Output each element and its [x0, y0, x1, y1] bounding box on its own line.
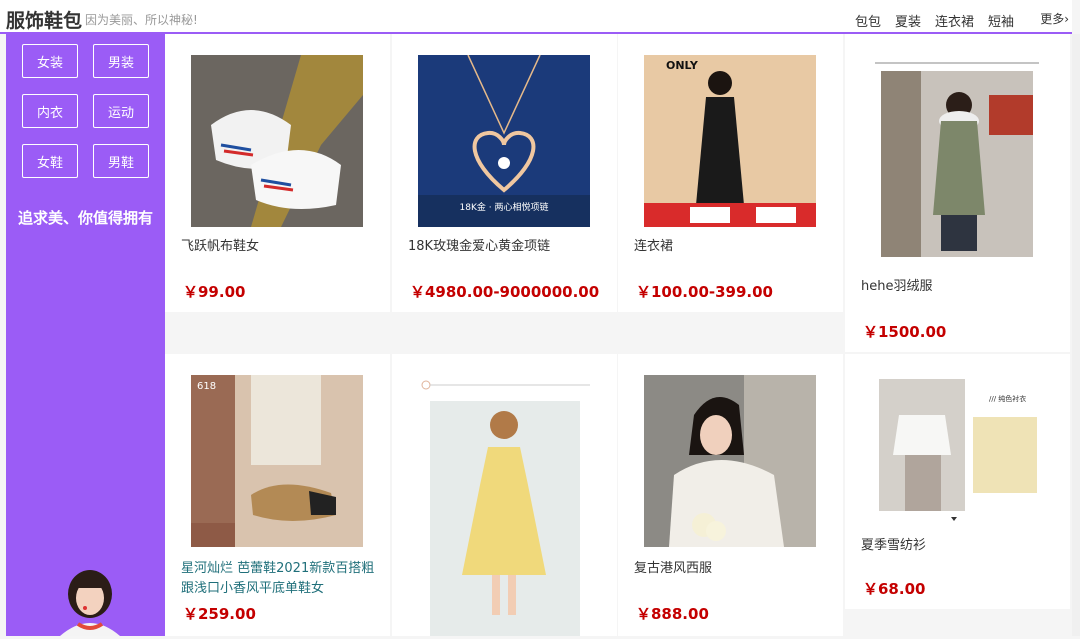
- product-title: 18K玫瑰金爱心黄金项链: [408, 239, 551, 254]
- product-title: 夏季雪纺衫: [861, 538, 927, 553]
- product-card[interactable]: 复古港风西服 ￥888.00: [618, 354, 843, 636]
- brand-slogan: 因为美丽、所以神秘!: [85, 13, 198, 27]
- sidebar-tagline: 追求美、你值得拥有: [17, 209, 153, 227]
- product-image: 618: [191, 375, 363, 547]
- product-card[interactable]: 618 星河灿烂 芭蕾鞋2021新款百搭粗跟浅口小香风平底单鞋女 ￥259.00: [165, 354, 390, 636]
- category-women-shoes[interactable]: 女鞋: [22, 144, 78, 178]
- product-image: 18K金 · 两心相悦项链: [418, 55, 590, 227]
- product-card[interactable]: /// 纯色衬衣 夏季雪纺衫 ￥68.00: [845, 354, 1070, 609]
- model-avatar: [54, 566, 126, 636]
- product-price: ￥259.00: [183, 605, 256, 623]
- product-title: hehe羽绒服: [861, 279, 933, 294]
- product-card[interactable]: [392, 354, 617, 636]
- product-title: 复古港风西服: [634, 561, 713, 576]
- product-image: [191, 55, 363, 227]
- brand-title: 服饰鞋包: [6, 10, 83, 32]
- product-price: ￥99.00: [183, 283, 246, 301]
- category-men-shoes[interactable]: 男鞋: [93, 144, 149, 178]
- product-price: ￥1500.00: [863, 323, 947, 341]
- product-card[interactable]: hehe羽绒服 ￥1500.00: [845, 34, 1070, 352]
- product-image-caption: ONLY: [666, 59, 699, 72]
- product-image: [871, 55, 1043, 267]
- top-bar: 服饰鞋包 因为美丽、所以神秘! 包包 夏装 连衣裙 短袖 更多›: [0, 0, 1072, 34]
- nav-link-summer[interactable]: 夏装: [895, 11, 921, 30]
- category-men[interactable]: 男装: [93, 44, 149, 78]
- product-card[interactable]: 18K金 · 两心相悦项链 18K玫瑰金爱心黄金项链 ￥4980.00-9000…: [392, 34, 617, 312]
- product-title: 连衣裙: [634, 239, 674, 254]
- category-sports[interactable]: 运动: [93, 94, 149, 128]
- category-underwear[interactable]: 内衣: [22, 94, 78, 128]
- nav-link-tshirt[interactable]: 短袖: [988, 11, 1014, 30]
- product-title: 飞跃帆布鞋女: [181, 239, 260, 254]
- nav-link-bags[interactable]: 包包: [855, 11, 881, 30]
- product-image: [418, 375, 590, 636]
- category-women[interactable]: 女装: [22, 44, 78, 78]
- product-image-caption: 618: [197, 381, 216, 392]
- top-nav: 包包 夏装 连衣裙 短袖: [855, 11, 1014, 30]
- product-image-caption: /// 纯色衬衣: [989, 394, 1026, 403]
- product-image: [644, 375, 816, 547]
- more-link[interactable]: 更多›: [1040, 10, 1069, 27]
- product-price: ￥68.00: [863, 580, 926, 598]
- product-image-caption: 18K金 · 两心相悦项链: [460, 201, 549, 213]
- nav-link-dress[interactable]: 连衣裙: [935, 11, 974, 30]
- page-scrollbar[interactable]: [1072, 34, 1080, 636]
- product-image: ONLY: [644, 55, 816, 227]
- category-sidebar: 女装 男装 内衣 运动 女鞋 男鞋 追求美、你值得拥有: [6, 34, 165, 636]
- product-title: 星河灿烂 芭蕾鞋2021新款百搭粗跟浅口小香风平底单鞋女: [181, 561, 375, 596]
- product-price: ￥888.00: [636, 605, 709, 623]
- product-card[interactable]: 飞跃帆布鞋女 ￥99.00: [165, 34, 390, 312]
- product-grid: 飞跃帆布鞋女 ￥99.00 18K金 · 两心相悦项链 18K玫瑰金爱心黄金项链…: [165, 34, 1070, 636]
- product-image: /// 纯色衬衣: [871, 375, 1043, 525]
- product-price: ￥100.00-399.00: [636, 283, 773, 301]
- product-price: ￥4980.00-9000000.00: [410, 283, 600, 301]
- product-card[interactable]: ONLY 连衣裙 ￥100.00-399.00: [618, 34, 843, 312]
